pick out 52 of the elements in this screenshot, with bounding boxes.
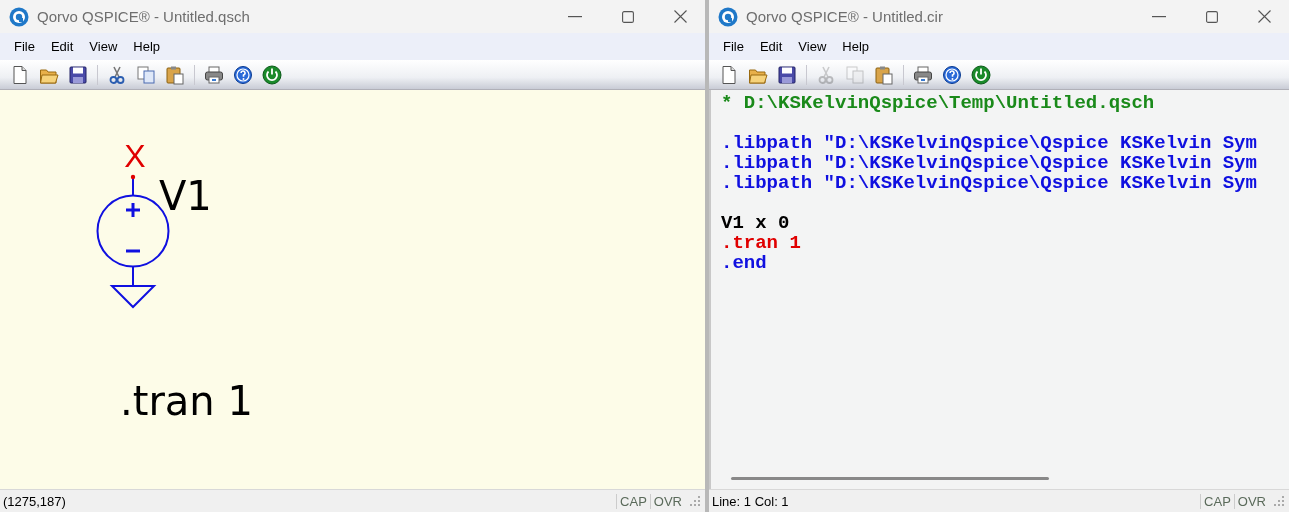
print-icon[interactable] bbox=[913, 64, 933, 85]
paste-icon[interactable] bbox=[165, 64, 185, 85]
net-label: X bbox=[124, 138, 146, 174]
close-icon[interactable] bbox=[674, 10, 687, 23]
help-icon[interactable] bbox=[942, 64, 962, 85]
code-line: .tran 1 bbox=[721, 233, 802, 253]
menu-item[interactable]: File bbox=[6, 39, 43, 54]
code-line: .libpath "D:\KSKelvinQspice\Qspice KSKelvin Sym bbox=[721, 173, 1258, 193]
help-icon[interactable] bbox=[233, 64, 253, 85]
new-file-icon[interactable] bbox=[10, 64, 30, 85]
print-icon[interactable] bbox=[204, 64, 224, 85]
window-title: Qorvo QSPICE® - Untitled.qsch bbox=[37, 8, 250, 25]
resize-grip-icon[interactable] bbox=[689, 495, 701, 507]
menu-item[interactable]: Edit bbox=[751, 39, 791, 54]
maximize-icon[interactable] bbox=[622, 10, 634, 23]
code-line: * D:\KSKelvinQspice\Temp\Untitled.qsch bbox=[721, 93, 1156, 113]
overwrite-indicator: OVR bbox=[1233, 493, 1269, 509]
caps-lock-indicator: CAP bbox=[616, 493, 650, 509]
instance-name: V1 bbox=[159, 173, 212, 219]
new-file-icon[interactable] bbox=[719, 64, 739, 85]
app-logo-icon bbox=[9, 6, 29, 27]
menu-item[interactable]: File bbox=[715, 39, 752, 54]
save-icon[interactable] bbox=[68, 64, 88, 85]
app-logo-icon bbox=[718, 6, 738, 27]
menu-item[interactable]: Help bbox=[834, 39, 878, 54]
pin-dot bbox=[130, 174, 136, 180]
save-icon[interactable] bbox=[777, 64, 797, 85]
menu-item[interactable]: View bbox=[790, 39, 835, 54]
menu-item[interactable]: Edit bbox=[42, 39, 82, 54]
cut-icon[interactable] bbox=[107, 64, 127, 85]
code-line: .libpath "D:\KSKelvinQspice\Qspice KSKelvin Sym bbox=[721, 153, 1258, 173]
power-icon[interactable] bbox=[262, 64, 282, 85]
power-icon[interactable] bbox=[971, 64, 991, 85]
menu-item[interactable]: View bbox=[81, 39, 126, 54]
code-line: V1 x 0 bbox=[721, 213, 791, 233]
minimize-icon[interactable] bbox=[1152, 15, 1166, 18]
menu-item[interactable]: Help bbox=[125, 39, 169, 54]
ground-symbol bbox=[109, 285, 157, 309]
code-line: .libpath "D:\KSKelvinQspice\Qspice KSKelvin Sym bbox=[721, 133, 1258, 153]
close-icon[interactable] bbox=[1258, 10, 1271, 23]
paste-icon[interactable] bbox=[874, 64, 894, 85]
spice-directive: .tran 1 bbox=[120, 378, 253, 424]
copy-icon[interactable] bbox=[136, 64, 156, 85]
maximize-icon[interactable] bbox=[1206, 10, 1218, 23]
status-text: Line: 1 Col: 1 bbox=[711, 493, 790, 509]
status-text: (1275,187) bbox=[2, 493, 67, 509]
overwrite-indicator: OVR bbox=[649, 493, 685, 509]
resize-grip-icon[interactable] bbox=[1273, 495, 1285, 507]
code-line: .end bbox=[721, 253, 768, 273]
caps-lock-indicator: CAP bbox=[1200, 493, 1234, 509]
minimize-icon[interactable] bbox=[568, 15, 582, 18]
window-title: Qorvo QSPICE® - Untitled.cir bbox=[746, 8, 943, 25]
